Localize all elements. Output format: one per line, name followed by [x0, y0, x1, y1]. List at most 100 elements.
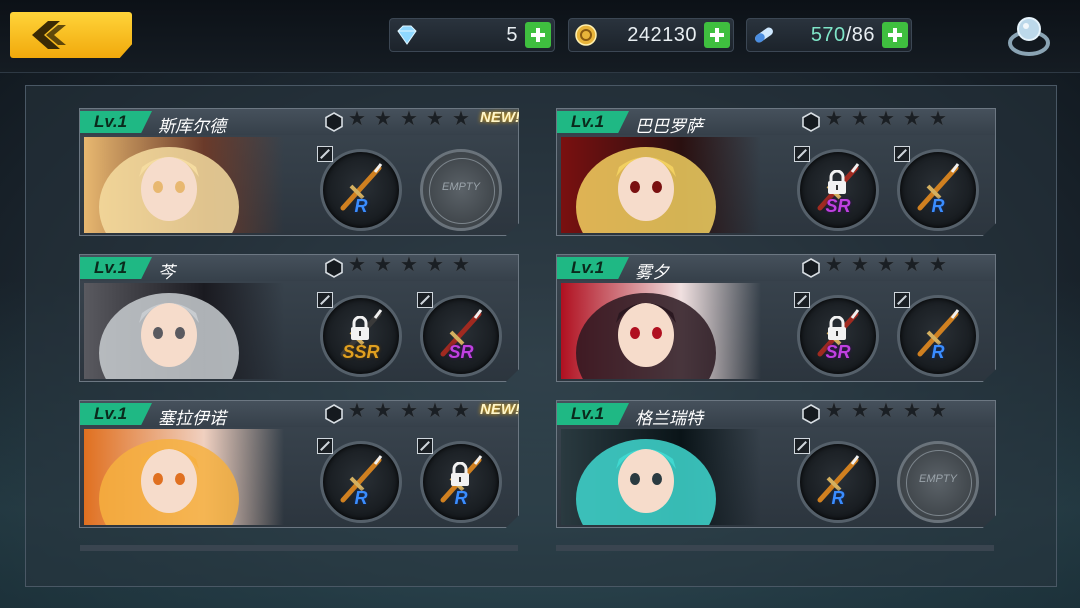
- empty-label: EMPTY: [919, 473, 957, 485]
- weapon-slot[interactable]: R: [894, 292, 979, 377]
- character-portrait: [84, 137, 284, 233]
- back-button[interactable]: [10, 12, 132, 58]
- star-icon: ★: [877, 108, 895, 130]
- character-portrait: [561, 137, 761, 233]
- rarity-label: R: [454, 488, 468, 508]
- weapon-slot[interactable]: SSR: [317, 292, 402, 377]
- star-icon: ★: [374, 400, 392, 422]
- character-name: 塞拉伊诺: [158, 409, 226, 428]
- star-icon: ★: [929, 254, 947, 276]
- top-bar: 5 242130 570/86: [0, 0, 1080, 73]
- star-icon: ★: [825, 400, 843, 422]
- hexagon-badge-icon: [802, 404, 820, 424]
- star-icon: ★: [348, 254, 366, 276]
- star-icon: ★: [903, 254, 921, 276]
- next-row-edge-left: [80, 545, 518, 551]
- star-icon: ★: [452, 108, 470, 130]
- character-portrait: [561, 283, 761, 379]
- lock-icon: [828, 316, 846, 340]
- star-icon: ★: [903, 108, 921, 130]
- character-card[interactable]: Lv.1 塞拉伊诺 ★ ★ ★ ★ ★ NEW! R R: [79, 400, 519, 528]
- hexagon-badge-icon: [325, 404, 343, 424]
- level-badge: Lv.1: [557, 403, 629, 425]
- star-icon: ★: [400, 254, 418, 276]
- rarity-label: R: [354, 488, 368, 508]
- hexagon-badge-icon: [802, 112, 820, 132]
- character-portrait: [84, 429, 284, 525]
- rarity-label: SR: [825, 196, 851, 216]
- new-tag: NEW!: [480, 109, 520, 126]
- rarity-label: R: [831, 488, 845, 508]
- star-icon: ★: [400, 108, 418, 130]
- character-card[interactable]: Lv.1 雾夕 ★ ★ ★ ★ ★ SR R: [556, 254, 996, 382]
- star-icon: ★: [851, 400, 869, 422]
- star-icon: ★: [348, 108, 366, 130]
- add-gold-button[interactable]: [704, 22, 730, 48]
- rarity-label: R: [931, 196, 945, 216]
- rarity-label: SR: [825, 342, 851, 362]
- weapon-slot[interactable]: R: [794, 438, 879, 523]
- star-icon: ★: [452, 400, 470, 422]
- level-badge: Lv.1: [80, 111, 152, 133]
- weapon-slot[interactable]: SR: [794, 292, 879, 377]
- ring-settings-icon[interactable]: [1004, 13, 1054, 59]
- rarity-label: SR: [448, 342, 474, 362]
- lock-icon: [451, 462, 469, 486]
- next-row-edge-right: [556, 545, 994, 551]
- weapon-slot[interactable]: R: [894, 146, 979, 231]
- character-name: 格兰瑞特: [635, 409, 703, 428]
- gold-value: 242130: [627, 24, 697, 46]
- gems-counter: 5: [389, 18, 555, 52]
- star-icon: ★: [825, 254, 843, 276]
- stamina-counter: 570/86: [746, 18, 912, 52]
- weapon-slot[interactable]: SR: [417, 292, 502, 377]
- weapon-slot[interactable]: R: [317, 438, 402, 523]
- character-card[interactable]: Lv.1 芩 ★ ★ ★ ★ ★ SSR SR: [79, 254, 519, 382]
- star-icon: ★: [877, 254, 895, 276]
- rarity-label: R: [931, 342, 945, 362]
- character-card[interactable]: Lv.1 巴巴罗萨 ★ ★ ★ ★ ★ SR R: [556, 108, 996, 236]
- character-card[interactable]: Lv.1 斯库尔德 ★ ★ ★ ★ ★ NEW! R EMPTY: [79, 108, 519, 236]
- star-icon: ★: [877, 400, 895, 422]
- gold-coin-icon: [575, 24, 597, 46]
- character-name: 芩: [158, 263, 175, 282]
- lock-icon: [828, 170, 846, 194]
- character-portrait: [561, 429, 761, 525]
- character-card[interactable]: Lv.1 格兰瑞特 ★ ★ ★ ★ ★ R EMPTY: [556, 400, 996, 528]
- star-icon: ★: [825, 108, 843, 130]
- weapon-slot[interactable]: R: [317, 146, 402, 231]
- character-name: 雾夕: [635, 263, 669, 282]
- character-name: 巴巴罗萨: [635, 117, 703, 136]
- energy-capsule-icon: [755, 27, 773, 43]
- star-icon: ★: [426, 254, 444, 276]
- character-name: 斯库尔德: [158, 117, 226, 136]
- star-icon: ★: [929, 108, 947, 130]
- star-icon: ★: [452, 254, 470, 276]
- gold-counter: 242130: [568, 18, 734, 52]
- stamina-value: 570/86: [810, 24, 875, 46]
- gems-value: 5: [506, 24, 518, 46]
- add-stamina-button[interactable]: [882, 22, 908, 48]
- card-header: Lv.1 格兰瑞特 ★ ★ ★ ★ ★: [557, 400, 995, 428]
- lock-icon: [351, 316, 369, 340]
- character-portrait: [84, 283, 284, 379]
- star-icon: ★: [851, 108, 869, 130]
- star-icon: ★: [400, 400, 418, 422]
- new-tag: NEW!: [480, 401, 520, 418]
- star-icon: ★: [903, 400, 921, 422]
- star-icon: ★: [851, 254, 869, 276]
- hexagon-badge-icon: [325, 258, 343, 278]
- card-header: Lv.1 芩 ★ ★ ★ ★ ★: [80, 254, 518, 282]
- level-badge: Lv.1: [557, 111, 629, 133]
- star-icon: ★: [348, 400, 366, 422]
- weapon-slot[interactable]: SR: [794, 146, 879, 231]
- empty-weapon-slot[interactable]: EMPTY: [897, 441, 979, 523]
- empty-weapon-slot[interactable]: EMPTY: [420, 149, 502, 231]
- star-icon: ★: [929, 400, 947, 422]
- card-header: Lv.1 塞拉伊诺 ★ ★ ★ ★ ★ NEW!: [80, 400, 520, 428]
- empty-label: EMPTY: [442, 181, 480, 193]
- back-arrow-icon: [32, 21, 66, 49]
- level-badge: Lv.1: [557, 257, 629, 279]
- add-gems-button[interactable]: [525, 22, 551, 48]
- weapon-slot[interactable]: R: [417, 438, 502, 523]
